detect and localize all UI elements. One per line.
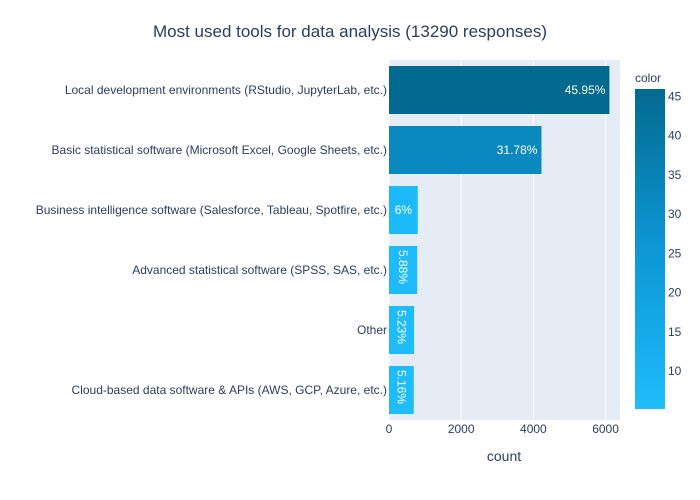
category-label: Advanced statistical software (SPSS, SAS… [132, 263, 387, 277]
colorbar-tick-label: 15 [668, 325, 682, 339]
category-label: Local development environments (RStudio,… [65, 83, 387, 97]
category-label: Basic statistical software (Microsoft Ex… [52, 143, 387, 157]
bar-value-label: 31.78% [497, 143, 538, 157]
colorbar-gradient [635, 89, 665, 409]
category-label: Cloud-based data software & APIs (AWS, G… [72, 383, 387, 397]
x-tick-label: 0 [386, 422, 393, 436]
chart: Most used tools for data analysis (13290… [36, 22, 682, 464]
category-label: Business intelligence software (Salesfor… [36, 203, 387, 217]
bar-value-label: 45.95% [565, 83, 606, 97]
x-tick-label: 2000 [448, 422, 475, 436]
colorbar-ticks: 10 15 20 25 30 35 40 45 [668, 89, 682, 378]
colorbar-tick-label: 40 [668, 129, 682, 143]
colorbar: color 10 15 20 25 30 35 40 45 [635, 71, 682, 409]
colorbar-tick-label: 10 [668, 364, 682, 378]
bar-value-label: 5.16% [394, 370, 408, 404]
bar-value-label: 5.23% [395, 310, 409, 344]
colorbar-tick-label: 30 [668, 207, 682, 221]
colorbar-tick-label: 25 [668, 246, 682, 260]
category-label: Other [357, 323, 387, 337]
colorbar-tick-label: 35 [668, 168, 682, 182]
colorbar-title: color [635, 71, 661, 85]
bar-value-label: 5.88% [396, 250, 410, 284]
colorbar-tick-label: 20 [668, 286, 682, 300]
x-axis-ticks: 0 2000 4000 6000 [386, 422, 620, 436]
chart-title: Most used tools for data analysis (13290… [153, 22, 547, 41]
x-axis-title: count [487, 448, 521, 464]
bar-value-label: 6% [395, 203, 413, 217]
x-tick-label: 6000 [592, 422, 619, 436]
colorbar-tick-label: 45 [668, 89, 682, 103]
category-labels: Local development environments (RStudio,… [36, 83, 387, 397]
x-tick-label: 4000 [520, 422, 547, 436]
